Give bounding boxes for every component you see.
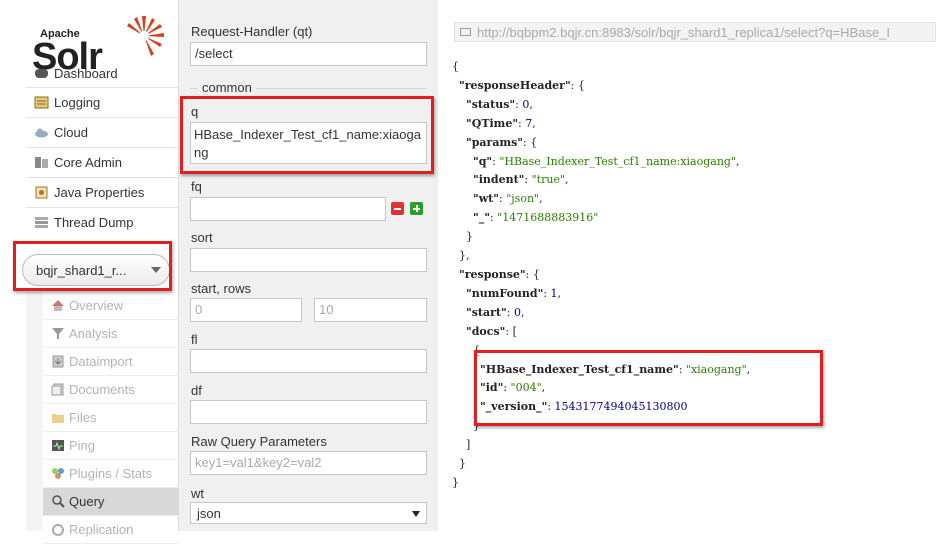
json-key: "indent" — [472, 173, 525, 187]
sort-label: sort — [191, 230, 213, 245]
cloud-icon — [35, 128, 48, 138]
documents-icon — [51, 383, 64, 396]
nav-java-properties[interactable]: Java Properties — [26, 178, 178, 208]
core-menu-overview[interactable]: Overview — [43, 292, 178, 320]
home-icon — [52, 300, 64, 311]
sort-input[interactable] — [190, 248, 427, 272]
core-menu-ping[interactable]: Ping — [43, 432, 178, 460]
core-menu-analysis-label: Analysis — [69, 326, 118, 341]
url-icon — [460, 28, 471, 36]
core-menu-replication-label: Replication — [69, 522, 134, 537]
nav-thread-dump[interactable]: Thread Dump — [26, 208, 178, 238]
json-key: "params" — [466, 135, 524, 149]
start-rows-label: start, rows — [191, 281, 251, 296]
dataimport-icon — [52, 355, 64, 368]
core-menu-files-label: Files — [69, 410, 97, 425]
json-key: "start" — [466, 305, 507, 319]
core-menu-files[interactable]: Files — [43, 404, 178, 432]
nav-dashboard-label: Dashboard — [54, 66, 118, 81]
json-value-numfound: 1 — [550, 286, 558, 300]
highlight-q-box — [180, 96, 434, 174]
solr-sun-icon — [127, 16, 164, 56]
nav-core-admin[interactable]: Core Admin — [26, 148, 178, 178]
core-menu-documents-label: Documents — [69, 382, 135, 397]
fq-label: fq — [191, 179, 202, 194]
json-key: "_" — [472, 211, 490, 225]
wt-select-value: json — [197, 506, 221, 521]
json-value-q: "HBase_Indexer_Test_cf1_name:xiaogang" — [499, 154, 737, 168]
json-value-underscore: "1471688883916" — [497, 211, 599, 225]
json-key: "response" — [459, 267, 526, 281]
request-url-bar[interactable]: http://bqbpm2.bqjr.cn:8983/solr/bqjr_sha… — [454, 22, 936, 42]
nav-dashboard[interactable]: Dashboard — [26, 58, 178, 88]
logging-icon — [34, 96, 49, 109]
folder-icon — [52, 414, 64, 423]
qt-input[interactable]: /select — [190, 42, 427, 66]
json-key: "status" — [466, 97, 516, 111]
df-input[interactable] — [190, 400, 427, 424]
nav-logging[interactable]: Logging — [26, 88, 178, 118]
raw-query-label: Raw Query Parameters — [191, 434, 327, 449]
json-value-start: 0 — [513, 305, 521, 319]
core-menu-analysis[interactable]: Analysis — [43, 320, 178, 348]
common-fieldset: common — [190, 80, 427, 95]
json-key: "docs" — [466, 324, 506, 338]
nav-java-properties-label: Java Properties — [54, 185, 145, 200]
raw-query-input[interactable]: key1=val1&key2=val2 — [190, 451, 427, 475]
query-form: Request-Handler (qt) /select common q HB… — [178, 0, 438, 531]
fq-input[interactable] — [190, 197, 386, 221]
wt-select[interactable]: json — [190, 502, 427, 524]
core-menu-plugins-stats-label: Plugins / Stats — [69, 466, 153, 481]
core-menu-documents[interactable]: Documents — [43, 376, 178, 404]
add-fq-button[interactable] — [410, 202, 423, 215]
core-menu-dataimport-label: Dataimport — [69, 354, 133, 369]
core-menu-query[interactable]: Query — [43, 488, 178, 516]
json-key: "QTime" — [466, 116, 519, 130]
nav-thread-dump-label: Thread Dump — [54, 215, 134, 230]
common-legend: common — [198, 80, 256, 95]
query-icon — [52, 495, 65, 508]
json-key: "numFound" — [466, 286, 544, 300]
core-admin-icon — [35, 157, 48, 168]
nav-cloud-label: Cloud — [54, 125, 88, 140]
json-value-indent: "true" — [531, 173, 566, 187]
json-key: "responseHeader" — [459, 78, 571, 92]
ping-icon — [52, 440, 64, 451]
nav-cloud[interactable]: Cloud — [26, 118, 178, 148]
core-menu-dataimport[interactable]: Dataimport — [43, 348, 178, 376]
core-menu-replication[interactable]: Replication — [43, 516, 178, 544]
json-key: "wt" — [472, 192, 499, 206]
wt-label: wt — [191, 486, 204, 501]
core-menu-overview-label: Overview — [69, 298, 124, 313]
dropdown-arrow-icon — [412, 511, 420, 517]
fl-label: fl — [191, 332, 198, 347]
result-panel: http://bqbpm2.bqjr.cn:8983/solr/bqjr_sha… — [438, 0, 936, 531]
nav-logging-label: Logging — [54, 95, 101, 110]
core-menu-query-label: Query — [69, 494, 105, 509]
plugins-icon — [52, 468, 64, 479]
java-icon — [35, 186, 48, 199]
core-menu-plugins-stats[interactable]: Plugins / Stats — [43, 460, 178, 488]
json-key: "q" — [472, 154, 493, 168]
replication-icon — [52, 524, 64, 536]
highlight-core-selector-box — [13, 241, 172, 291]
core-menu-ping-label: Ping — [69, 438, 96, 453]
json-value-wt: "json" — [506, 192, 540, 206]
filter-icon — [52, 328, 64, 339]
remove-fq-button[interactable] — [391, 202, 404, 215]
nav-core-admin-label: Core Admin — [54, 155, 122, 170]
request-url[interactable]: http://bqbpm2.bqjr.cn:8983/solr/bqjr_sha… — [477, 25, 890, 40]
json-response: { "responseHeader": { "status": 0, "QTim… — [452, 60, 751, 489]
start-input[interactable]: 0 — [190, 298, 302, 322]
df-label: df — [191, 383, 202, 398]
fl-input[interactable] — [190, 349, 427, 373]
highlight-doc-box — [474, 350, 823, 426]
rows-input[interactable]: 10 — [314, 298, 427, 322]
thread-dump-icon — [35, 217, 48, 228]
qt-label: Request-Handler (qt) — [191, 24, 313, 39]
dashboard-icon — [35, 69, 48, 78]
